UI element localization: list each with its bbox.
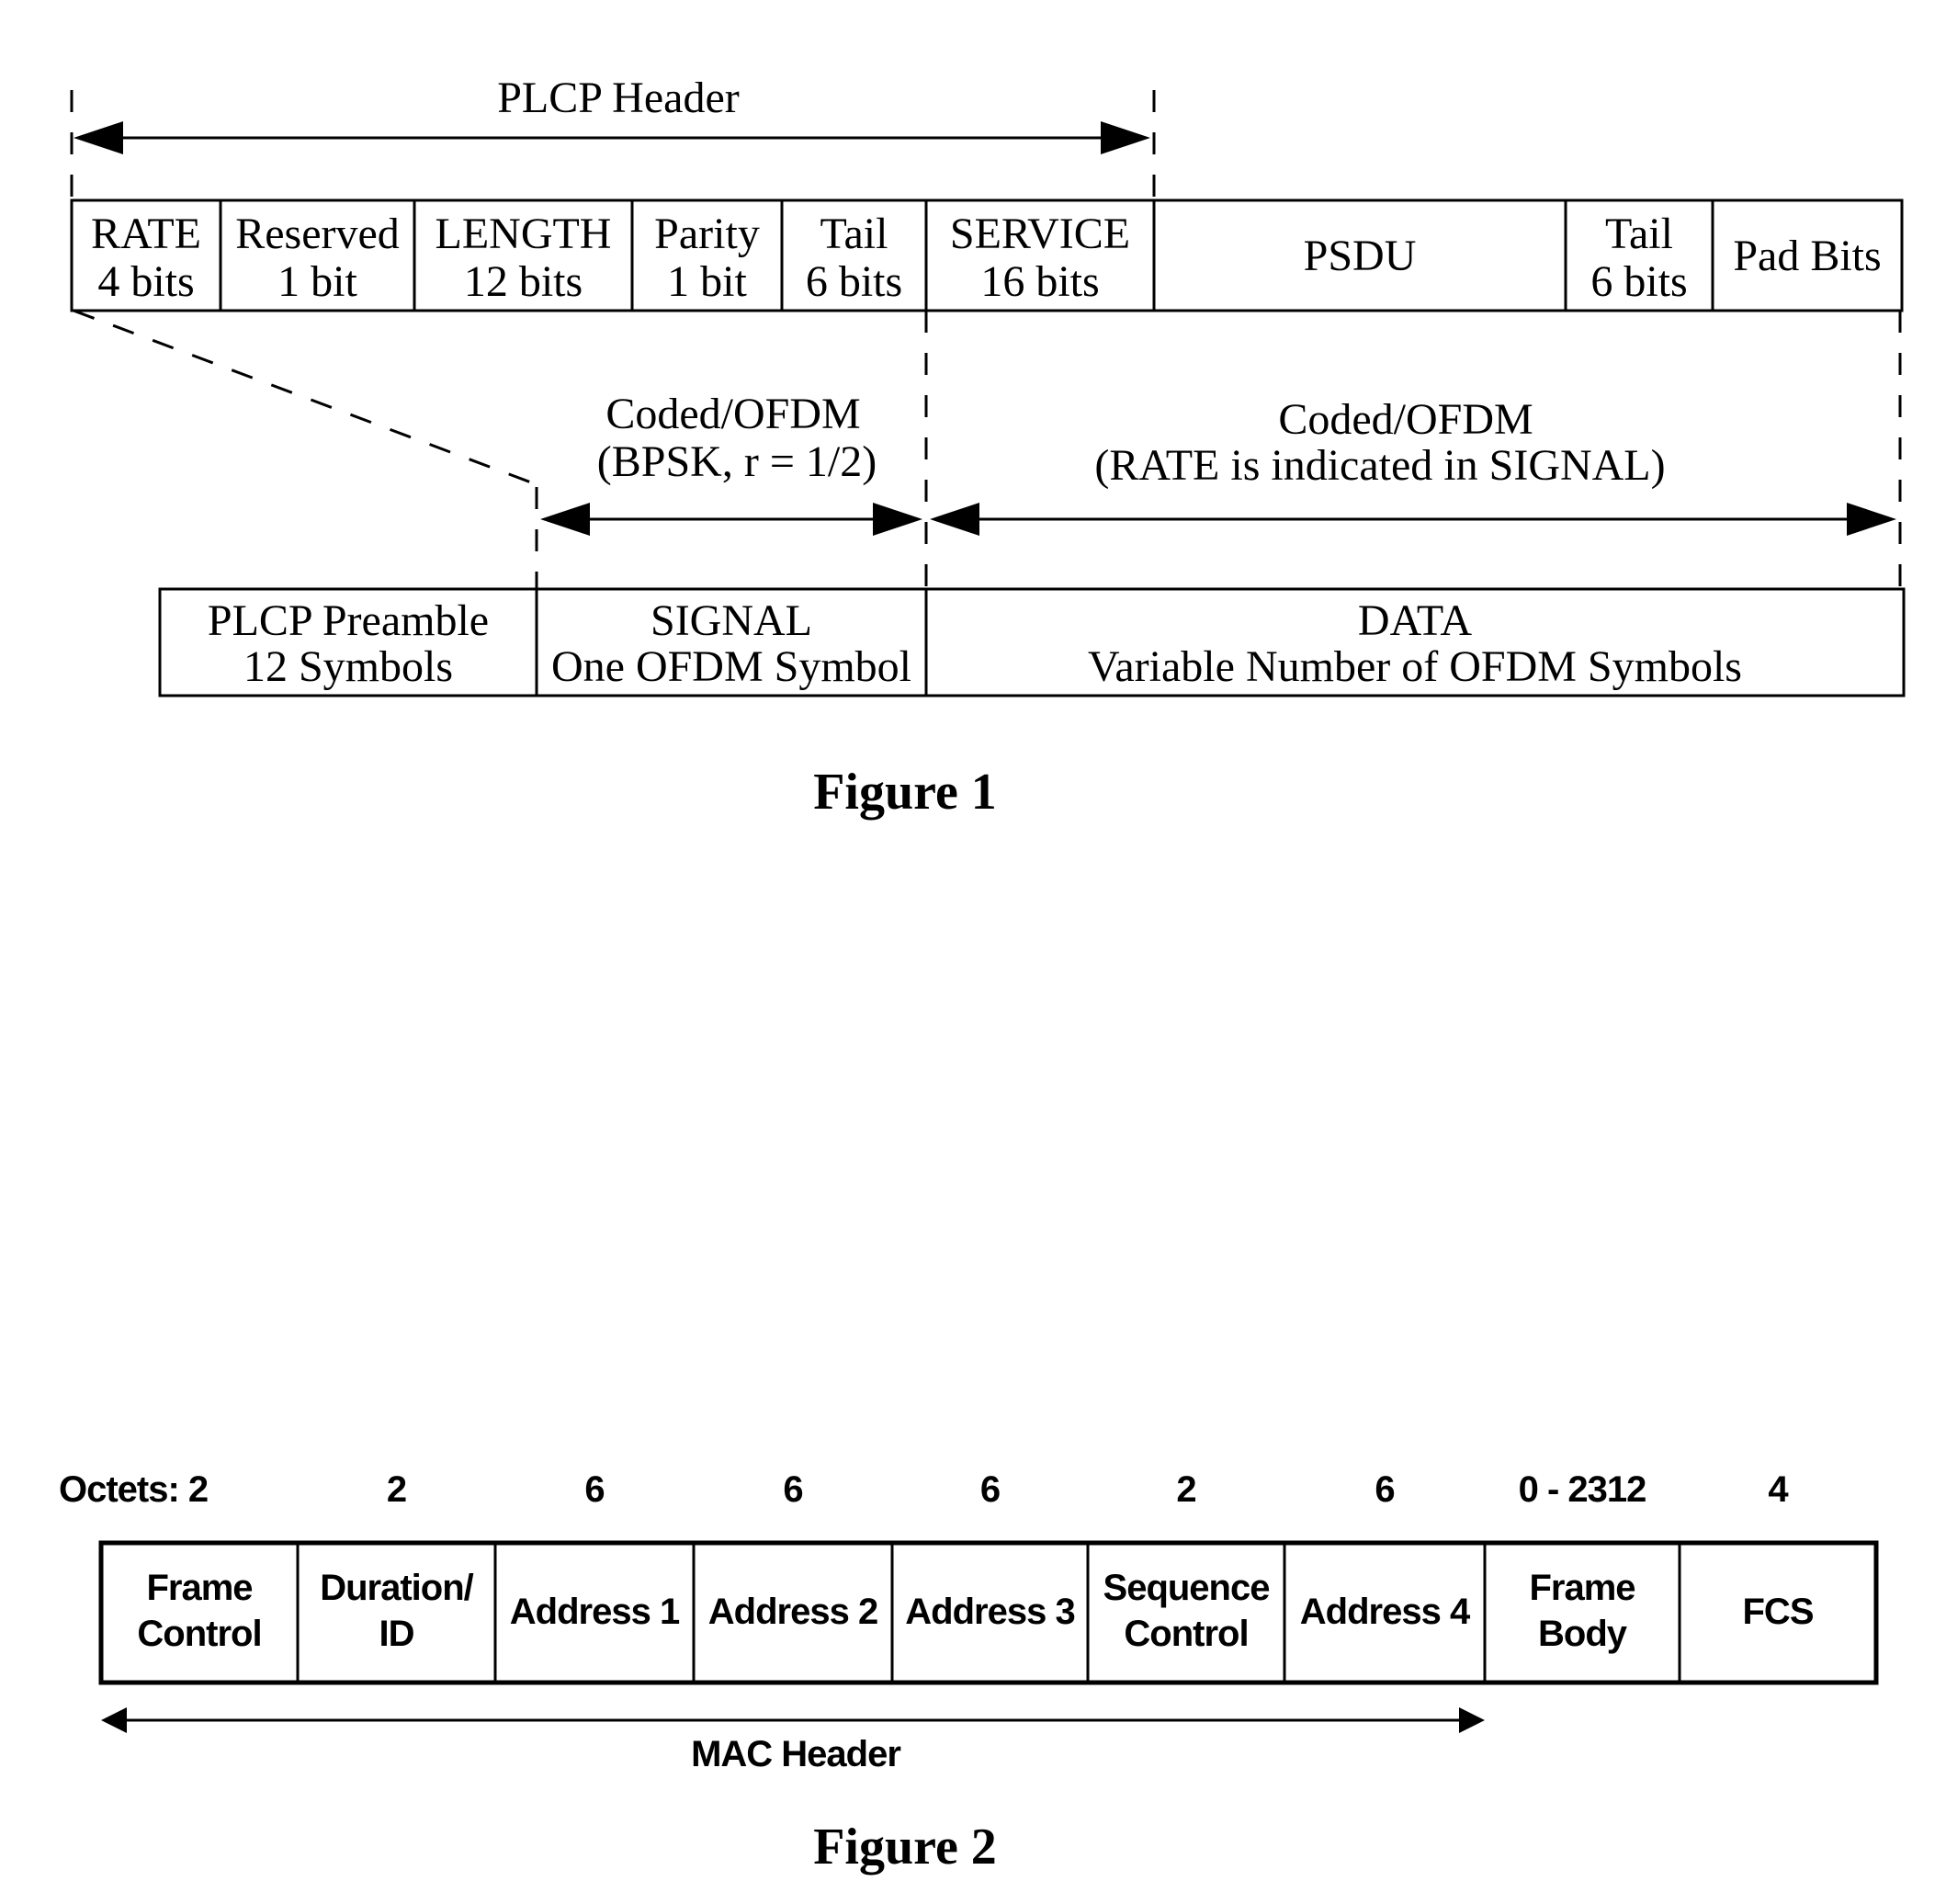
field-size: Control — [1124, 1614, 1248, 1654]
signal-coding-line1: Coded/OFDM — [605, 390, 860, 438]
field-name: RATE — [91, 210, 201, 258]
plcp-field-parity: Parity1 bit — [630, 200, 760, 311]
field-size: 12 Symbols — [243, 642, 453, 691]
plcp-header-arrow-right-icon — [1101, 121, 1150, 154]
field-name: Address 4 — [1300, 1592, 1471, 1632]
figure-1: PLCP Header RATE4 bitsReserved1 bitLENGT… — [70, 74, 1906, 821]
octet-count: 2 — [1176, 1469, 1195, 1510]
field-name: Reserved — [235, 210, 400, 258]
field-size: Variable Number of OFDM Symbols — [1088, 642, 1742, 691]
mac-header-label: MAC Header — [691, 1734, 900, 1774]
mac-field-address-2: Address 2 — [692, 1543, 878, 1683]
octet-count: 6 — [783, 1469, 802, 1510]
field-size: Control — [137, 1614, 261, 1654]
field-size: 1 bit — [277, 257, 357, 306]
field-size: 12 bits — [464, 257, 583, 306]
field-name: Frame — [146, 1568, 252, 1608]
field-name: DATA — [1358, 596, 1472, 645]
octet-count: 2 — [387, 1469, 406, 1510]
field-name: Address 2 — [708, 1592, 877, 1632]
mac-field-frame: Frame Body — [1483, 1543, 1636, 1683]
signal-arrow-left-icon — [540, 503, 590, 536]
field-size: 6 bits — [1590, 257, 1687, 306]
field-size: One OFDM Symbol — [551, 642, 911, 691]
field-name: Tail — [820, 210, 888, 258]
plcp-field-row: RATE4 bitsReserved1 bitLENGTH12 bitsPari… — [70, 198, 1904, 312]
plcp-field-tail: Tail6 bits — [780, 200, 902, 311]
field-name: SERVICE — [950, 210, 1130, 258]
mac-header-arrow-left-icon — [101, 1707, 127, 1733]
plcp-field-reserved: Reserved1 bit — [219, 200, 400, 311]
mac-field-duration: Duration/ID — [296, 1543, 475, 1683]
octet-count: 0 - 2312 — [1519, 1469, 1646, 1510]
plcp-field-rate: RATE4 bits — [91, 210, 201, 306]
field-name: Tail — [1605, 210, 1673, 258]
field-size: Body — [1538, 1614, 1628, 1654]
data-coding-line2: (RATE is indicated in SIGNAL) — [1094, 441, 1665, 490]
mac-field-frame: Frame Control — [137, 1568, 262, 1654]
field-name: PLCP Preamble — [208, 596, 489, 645]
field-name: PSDU — [1304, 232, 1417, 280]
plcp-field-tail: Tail6 bits — [1564, 200, 1688, 311]
figure-2-caption: Figure 2 — [813, 1819, 997, 1876]
mac-field-fcs: FCS — [1678, 1543, 1815, 1683]
diagram-canvas: PLCP Header RATE4 bitsReserved1 bitLENGT… — [59, 74, 1906, 1876]
field-name: Duration/ — [320, 1568, 473, 1608]
ppdu-field-plcp-preamble: PLCP Preamble12 Symbols — [208, 596, 489, 691]
field-name: Sequence — [1103, 1568, 1270, 1608]
field-name: Pad Bits — [1733, 232, 1881, 280]
mac-header-arrow-right-icon — [1459, 1707, 1485, 1733]
octet-count: 6 — [1375, 1469, 1394, 1510]
plcp-field-service: SERVICE16 bits — [924, 200, 1130, 311]
octet-count-row: Octets: 2 2 6 6 6 2 6 0 - 2312 4 — [59, 1469, 1790, 1510]
signal-coding-line2: (BPSK, r = 1/2) — [597, 437, 877, 486]
field-name: SIGNAL — [651, 596, 812, 645]
ppdu-field-data: DATAVariable Number of OFDM Symbols — [924, 589, 1742, 696]
plcp-header-label: PLCP Header — [497, 74, 740, 122]
field-size: ID — [379, 1614, 414, 1654]
ppdu-field-row: PLCP Preamble12 Symbols SIGNALOne OFDM Sy… — [158, 587, 1906, 697]
expansion-dashed-line — [73, 309, 539, 487]
figure-2: Octets: 2 2 6 6 6 2 6 0 - 2312 4 Frame Control Dur… — [59, 1469, 1879, 1876]
mac-frame-row: Frame Control Duration/ID Address 1 Address … — [98, 1540, 1879, 1685]
plcp-field-psdu: PSDU — [1152, 200, 1417, 311]
data-arrow-left-icon — [930, 503, 979, 536]
figure-1-caption: Figure 1 — [813, 764, 997, 821]
octet-count: 6 — [980, 1469, 1000, 1510]
data-arrow-right-icon — [1847, 503, 1896, 536]
mac-field-address-3: Address 3 — [890, 1543, 1076, 1683]
mac-field-address-1: Address 1 — [493, 1543, 681, 1683]
field-size: 4 bits — [97, 257, 194, 306]
field-size: 1 bit — [667, 257, 747, 306]
octet-count: 6 — [584, 1469, 604, 1510]
octet-count: 4 — [1768, 1469, 1789, 1510]
octets-label: Octets: 2 — [59, 1469, 208, 1510]
data-coding-line1: Coded/OFDM — [1278, 395, 1533, 444]
field-name: Address 3 — [905, 1592, 1074, 1632]
field-name: Parity — [654, 210, 760, 258]
field-name: Address 1 — [510, 1592, 680, 1632]
plcp-field-length: LENGTH12 bits — [413, 200, 612, 311]
mac-field-address-4: Address 4 — [1283, 1543, 1472, 1683]
plcp-field-pad-bits: Pad Bits — [1711, 200, 1882, 311]
field-name: FCS — [1743, 1592, 1814, 1632]
field-size: 16 bits — [980, 257, 1099, 306]
plcp-header-arrow-left-icon — [74, 121, 123, 154]
mac-field-sequence: Sequence Control — [1086, 1543, 1270, 1683]
signal-arrow-right-icon — [873, 503, 922, 536]
field-size: 6 bits — [806, 257, 902, 306]
field-name: Frame — [1529, 1568, 1635, 1608]
field-name: LENGTH — [436, 210, 612, 258]
ppdu-field-signal: SIGNALOne OFDM Symbol — [535, 589, 911, 696]
